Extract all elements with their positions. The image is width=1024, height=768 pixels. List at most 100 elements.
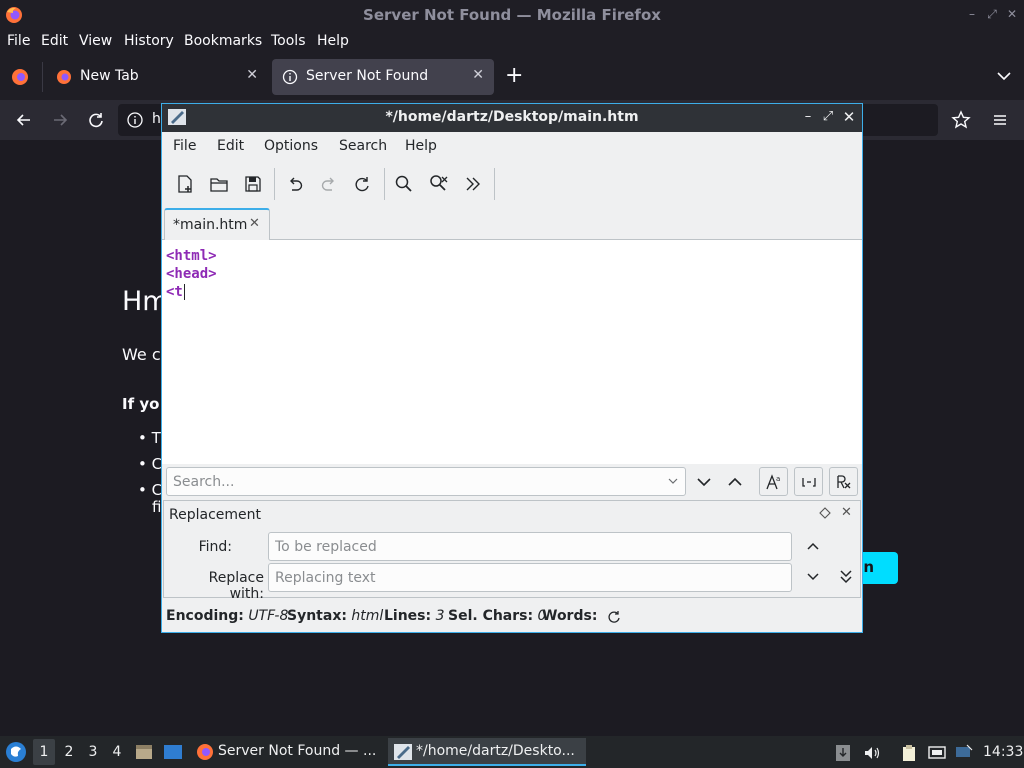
workspace-2[interactable]: 2 <box>58 744 80 760</box>
editor-tab-label: *main.htm <box>173 217 248 233</box>
chevron-down-icon[interactable] <box>667 475 679 487</box>
replace-previous-icon[interactable] <box>802 535 824 557</box>
hamburger-menu-icon[interactable] <box>989 109 1011 131</box>
replace-next-icon[interactable] <box>802 566 824 588</box>
editor-window-title: */home/dartz/Desktop/main.htm <box>385 109 639 125</box>
match-case-button[interactable]: a <box>759 467 788 496</box>
site-info-icon[interactable] <box>126 111 144 129</box>
close-tab-icon[interactable]: ✕ <box>472 67 484 83</box>
search-input[interactable] <box>173 472 653 492</box>
editor-menu-search[interactable]: Search <box>339 138 387 154</box>
reload-icon[interactable] <box>85 109 107 131</box>
chevron-down-icon[interactable] <box>994 66 1014 86</box>
menu-file[interactable]: File <box>7 33 30 49</box>
open-folder-icon[interactable] <box>208 173 230 195</box>
find-icon[interactable] <box>393 173 415 195</box>
updates-icon[interactable] <box>834 744 852 762</box>
search-field[interactable] <box>166 467 686 496</box>
close-window-icon[interactable]: ✕ <box>1004 7 1020 21</box>
taskbar: 1 2 3 4 Server Not Found — ... */home/da… <box>0 736 1024 768</box>
url-text: h <box>152 111 161 127</box>
find-next-icon[interactable] <box>692 470 716 494</box>
menu-help[interactable]: Help <box>317 33 349 49</box>
tab-label: New Tab <box>80 68 139 84</box>
editor-tabbar: *main.htm ✕ <box>162 208 862 241</box>
clipboard-icon[interactable] <box>900 744 918 762</box>
search-bar: a <box>162 464 862 500</box>
menu-tools[interactable]: Tools <box>271 33 306 49</box>
whole-word-button[interactable] <box>794 467 823 496</box>
close-window-icon[interactable]: ✕ <box>841 109 857 125</box>
network-icon[interactable] <box>928 744 946 762</box>
minimize-icon[interactable]: – <box>964 7 980 21</box>
maximize-icon[interactable]: ⤢ <box>984 7 1000 22</box>
close-dock-icon[interactable]: ✕ <box>841 505 852 520</box>
firefox-view-icon[interactable] <box>10 67 30 87</box>
window-title: Server Not Found — Mozilla Firefox <box>363 6 661 24</box>
volume-icon[interactable] <box>863 744 881 762</box>
refresh-word-count-icon[interactable] <box>606 609 622 625</box>
show-desktop-icon[interactable] <box>163 742 183 762</box>
find-replace-icon[interactable] <box>428 173 450 195</box>
tab-label: Server Not Found <box>306 68 429 84</box>
start-menu-icon[interactable] <box>5 741 27 763</box>
forward-arrow-icon[interactable] <box>49 109 71 131</box>
regex-button[interactable] <box>829 467 858 496</box>
firefox-favicon-icon <box>57 70 71 84</box>
minimize-icon[interactable]: – <box>800 109 816 125</box>
back-arrow-icon[interactable] <box>13 109 35 131</box>
editor-menu-edit[interactable]: Edit <box>217 138 244 154</box>
redo-icon[interactable] <box>318 173 340 195</box>
menu-bookmarks[interactable]: Bookmarks <box>184 33 262 49</box>
tab-server-not-found[interactable]: Server Not Found ✕ <box>272 59 494 95</box>
text-editor-area[interactable]: <html> <head> <t <box>162 240 862 464</box>
firefox-task-icon <box>197 744 213 760</box>
close-tab-icon[interactable]: ✕ <box>249 216 260 231</box>
display-icon[interactable] <box>955 744 973 762</box>
menu-view[interactable]: View <box>79 33 112 49</box>
maximize-icon[interactable]: ⤢ <box>820 109 836 125</box>
file-manager-icon[interactable] <box>134 742 154 762</box>
error-suggestion-heading: If yo <box>122 395 160 413</box>
new-file-icon[interactable] <box>174 173 196 195</box>
new-tab-button[interactable]: + <box>505 64 523 88</box>
task-featherpad[interactable]: */home/dartz/Deskto... <box>388 738 586 766</box>
undo-icon[interactable] <box>284 173 306 195</box>
find-field[interactable] <box>268 532 792 561</box>
tab-new-tab[interactable]: New Tab ✕ <box>46 59 268 95</box>
toolbar-separator <box>384 168 385 200</box>
suggestion-item: • C <box>138 455 163 473</box>
close-tab-icon[interactable]: ✕ <box>246 67 258 83</box>
whole-word-icon <box>802 478 816 487</box>
replace-input[interactable] <box>275 568 775 588</box>
task-label: Server Not Found — ... <box>218 743 377 759</box>
code-line-current: <t <box>166 284 185 300</box>
find-input[interactable] <box>275 537 775 557</box>
workspace-4[interactable]: 4 <box>106 744 128 760</box>
replace-with-label: Replace with: <box>208 570 264 602</box>
menu-edit[interactable]: Edit <box>41 33 68 49</box>
replace-all-icon[interactable] <box>835 566 857 588</box>
featherpad-window: */home/dartz/Desktop/main.htm – ⤢ ✕ File… <box>161 103 863 633</box>
replace-field[interactable] <box>268 563 792 592</box>
editor-menu-help[interactable]: Help <box>405 138 437 154</box>
bookmark-star-icon[interactable] <box>950 109 972 131</box>
double-chevron-right-icon[interactable] <box>462 173 484 195</box>
float-dock-icon[interactable] <box>818 506 832 520</box>
task-firefox[interactable]: Server Not Found — ... <box>190 738 384 766</box>
encoding-status: Encoding: UTF-8 <box>166 608 289 624</box>
editor-menu-options[interactable]: Options <box>264 138 318 154</box>
lines-status: Lines: 3 <box>384 608 445 624</box>
editor-tab-main[interactable]: *main.htm ✕ <box>164 208 270 241</box>
menu-history[interactable]: History <box>124 33 174 49</box>
task-label: */home/dartz/Deskto... <box>416 743 575 759</box>
workspace-3[interactable]: 3 <box>82 744 104 760</box>
error-description: We c <box>122 345 161 364</box>
syntax-status: Syntax: html <box>287 608 384 624</box>
find-previous-icon[interactable] <box>723 470 747 494</box>
editor-menu-file[interactable]: File <box>173 138 196 154</box>
find-label: Find: <box>198 539 232 555</box>
workspace-1[interactable]: 1 <box>33 739 55 765</box>
reload-file-icon[interactable] <box>351 173 373 195</box>
save-icon[interactable] <box>242 173 264 195</box>
